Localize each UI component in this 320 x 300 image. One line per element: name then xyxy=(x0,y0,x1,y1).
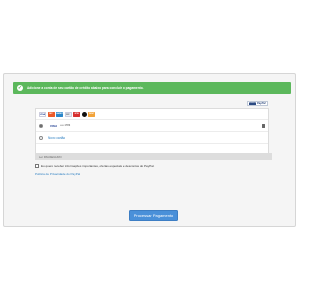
new-card-option[interactable]: Novo cartão xyxy=(36,132,268,144)
hipercard-logo-icon xyxy=(81,112,87,117)
saved-card-brand: VISA xyxy=(50,123,58,128)
card-logos: VISA MC AMEX DC JCB DISC xyxy=(36,109,268,120)
new-card-label[interactable]: Novo cartão xyxy=(48,136,65,140)
jcb-logo-icon: JCB xyxy=(73,112,80,117)
saved-card-option[interactable]: VISA •••• 1783 xyxy=(36,120,268,132)
marketing-opt-in[interactable]: Eu quero receber informações importantes… xyxy=(35,164,154,168)
paypal-brand-badge: Braintree PayPal xyxy=(247,101,268,106)
opt-in-checkbox[interactable] xyxy=(35,164,39,168)
diners-logo-icon: DC xyxy=(64,112,72,117)
opt-in-label: Eu quero receber informações importantes… xyxy=(41,164,155,168)
process-payment-button[interactable]: Processar Pagamento xyxy=(129,210,178,221)
section-header: Ler PAGSEGURO xyxy=(35,153,272,160)
mastercard-logo-icon: MC xyxy=(47,112,55,117)
saved-card-radio[interactable] xyxy=(39,123,43,128)
alert-message: Adicione a conta de seu cartão de crédit… xyxy=(27,86,144,90)
new-card-radio[interactable] xyxy=(39,135,43,140)
discover-logo-icon: DISC xyxy=(88,112,95,117)
success-alert: ✓ Adicione a conta de seu cartão de créd… xyxy=(13,82,291,94)
paypal-logo: PayPal xyxy=(257,102,266,105)
amex-logo-icon: AMEX xyxy=(56,112,63,117)
check-circle-icon: ✓ xyxy=(17,85,23,91)
payment-panel: ✓ Adicione a conta de seu cartão de créd… xyxy=(3,73,296,227)
braintree-badge: Braintree xyxy=(249,102,258,105)
saved-card-number: •••• 1783 xyxy=(60,124,71,127)
trash-icon[interactable] xyxy=(262,124,265,128)
payment-methods: VISA MC AMEX DC JCB DISC VISA •••• 1783 … xyxy=(35,108,269,158)
visa-logo-icon: VISA xyxy=(39,112,46,117)
radio-selected-icon xyxy=(40,124,42,127)
privacy-policy-link[interactable]: Política de Privacidade do PayPal xyxy=(35,172,80,176)
